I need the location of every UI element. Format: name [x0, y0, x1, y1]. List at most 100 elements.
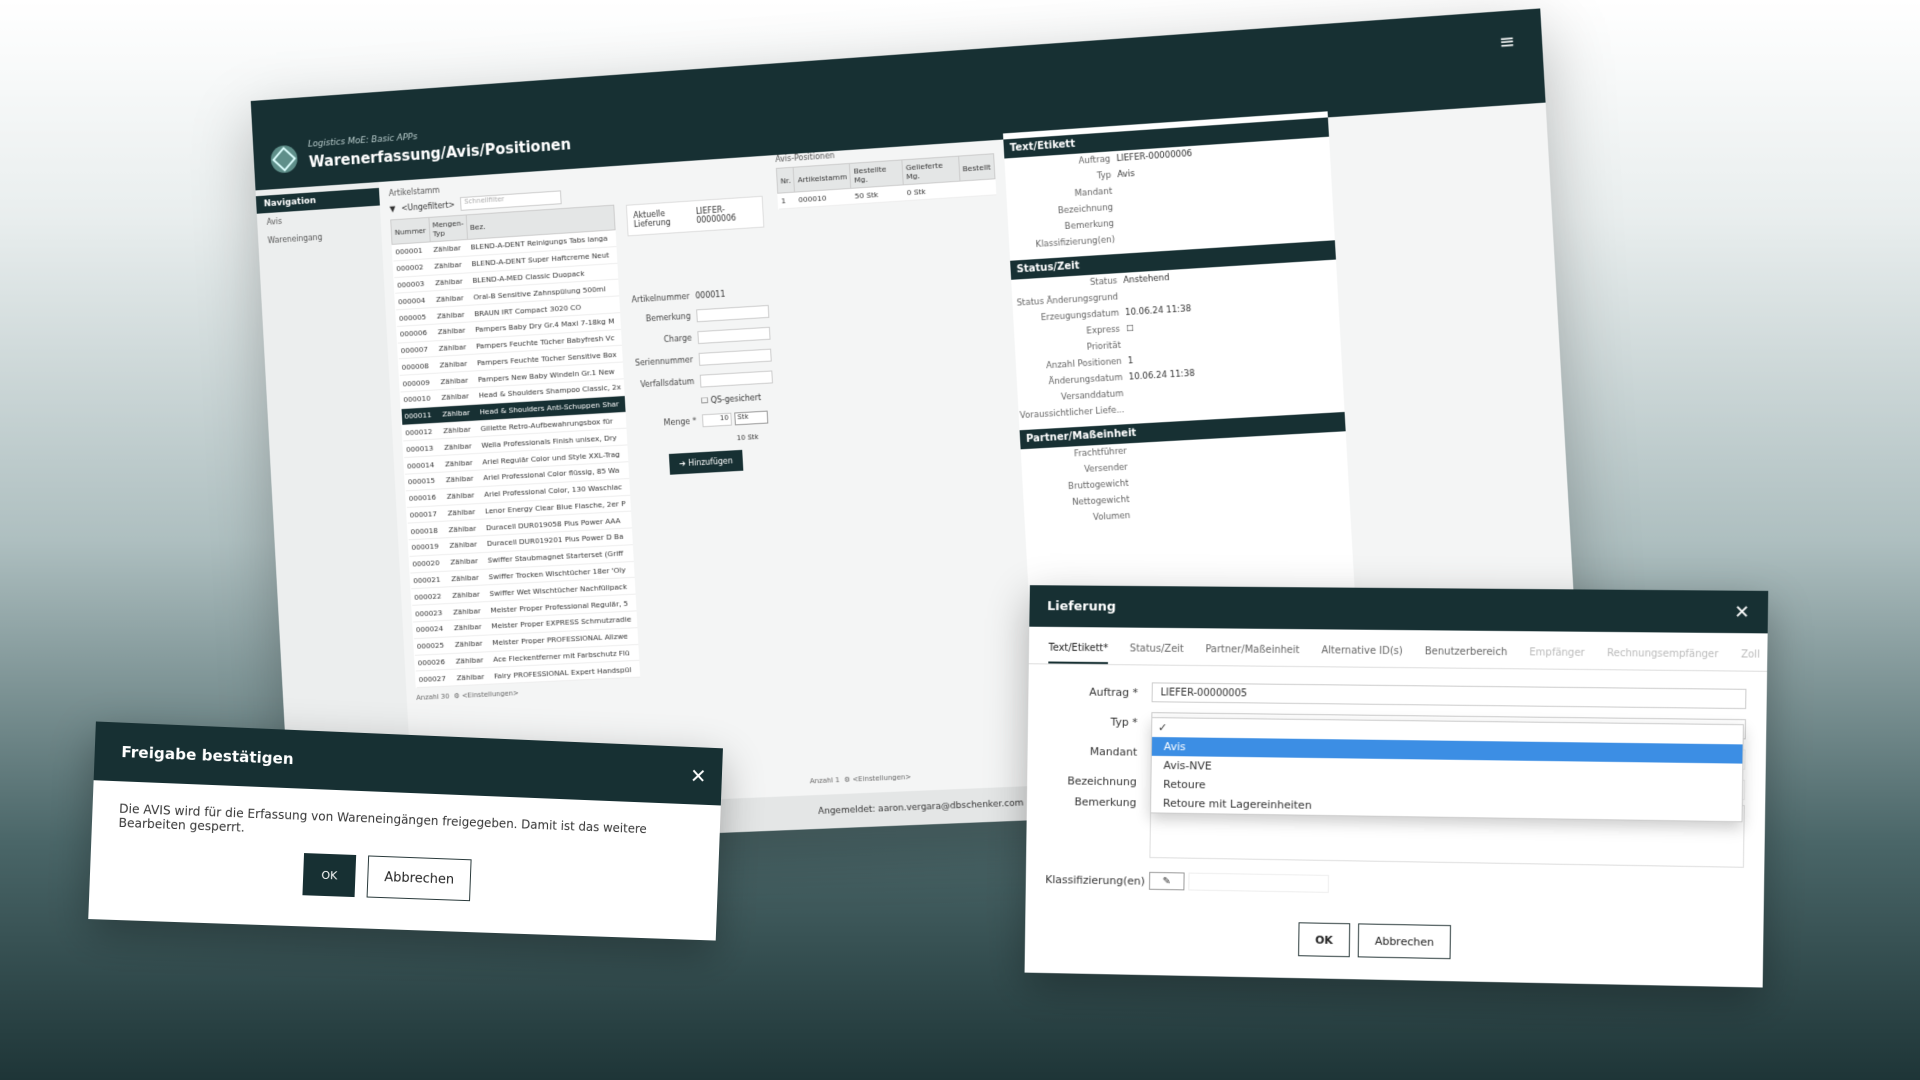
artikel-settings-link[interactable]: <Einstellungen>	[462, 689, 519, 700]
column-header[interactable]: Bestellte Mg.	[849, 159, 904, 189]
tab-item[interactable]: Status/Zeit	[1130, 643, 1184, 664]
add-button-label: Hinzufügen	[687, 456, 734, 468]
table-cell	[959, 178, 996, 198]
table-cell: 000026	[414, 653, 454, 672]
detail-label: Volumen	[1092, 510, 1131, 524]
column-header[interactable]: Nr.	[776, 167, 795, 194]
table-cell: Zählbar	[447, 568, 487, 588]
settings-icon[interactable]: ⚙	[454, 692, 460, 700]
table-cell: 000019	[408, 537, 447, 557]
table-cell: 000020	[409, 554, 448, 573]
table-cell: 000021	[409, 570, 449, 590]
column-header[interactable]: Bestellt	[958, 153, 995, 182]
table-cell: Zählbar	[453, 667, 492, 686]
table-cell: Zählbar	[452, 651, 491, 670]
klassifizierung-field	[1188, 872, 1330, 893]
detail-value: Anstehend	[1123, 272, 1170, 286]
menge-input[interactable]: 10	[701, 412, 733, 428]
table-cell: Zählbar	[444, 502, 483, 522]
hamburger-icon[interactable]: ≡	[1499, 31, 1516, 54]
artikelnummer-label: Artikelnummer	[631, 291, 690, 305]
table-cell: Zählbar	[443, 486, 482, 505]
mandant-label: Mandant	[1089, 744, 1138, 759]
tab-item[interactable]: Partner/Maßeinheit	[1205, 644, 1299, 666]
column-header[interactable]: Nummer	[390, 217, 430, 245]
detail-label: Voraussichtlicher Liefe...	[1019, 405, 1125, 422]
detail-label: Klassifizierung(en)	[1035, 234, 1116, 251]
freigabe-cancel-button[interactable]: Abbrechen	[366, 855, 472, 902]
table-cell: 000025	[413, 636, 453, 655]
filter-icon[interactable]: ▼	[389, 204, 395, 213]
table-cell: Zählbar	[451, 634, 490, 654]
add-position-button[interactable]: ➔ Hinzufügen	[668, 449, 744, 475]
table-cell: 50 Stk	[851, 184, 905, 205]
lieferung-dialog: Lieferung ✕ Text/Etikett* Status/Zeit Part…	[1024, 585, 1769, 988]
charge-label: Charge	[663, 333, 693, 345]
freigabe-title: Freigabe bestätigen	[120, 742, 294, 769]
typ-label: Typ *	[1110, 715, 1138, 729]
menge-hint: 10 Stk	[736, 433, 759, 443]
settings-icon[interactable]: ⚙	[844, 776, 851, 784]
unit-select[interactable]: Stk	[734, 410, 769, 426]
bemerkung-label: Bemerkung	[1074, 795, 1137, 810]
lieferung-cancel-button[interactable]: Abbrechen	[1357, 923, 1452, 960]
positions-settings-link[interactable]: <Einstellungen>	[852, 773, 911, 783]
table-cell: 000018	[407, 521, 447, 540]
app-logo-icon	[270, 144, 299, 174]
detail-value: 1	[1127, 356, 1134, 367]
artikelnummer-value: 000011	[695, 289, 726, 301]
verfallsdatum-input[interactable]	[699, 370, 773, 388]
artikel-count: Anzahl 30	[416, 692, 450, 702]
positions-count: Anzahl 1	[809, 776, 840, 786]
detail-value: Avis	[1117, 169, 1136, 181]
bezeichnung-label: Bezeichnung	[1067, 774, 1137, 788]
filter-select[interactable]: <Ungefiltert>	[401, 200, 455, 212]
edit-icon[interactable]: ✎	[1148, 871, 1185, 891]
table-cell: 000010	[794, 188, 853, 208]
table-cell: 0 Stk	[903, 181, 961, 201]
qs-label: QS-gesichert	[710, 393, 762, 405]
position-form: Aktuelle Lieferung LIEFER-00000006 Artik…	[625, 195, 795, 792]
table-cell: Zählbar	[446, 535, 485, 555]
quick-filter-input[interactable]: Schnellfilter	[460, 190, 562, 211]
bemerkung-input[interactable]	[696, 304, 770, 323]
typ-dropdown: ✓ Avis Avis-NVE Retoure Retoure mit Lage…	[1150, 717, 1744, 823]
current-delivery: Aktuelle Lieferung LIEFER-00000006	[625, 195, 765, 237]
seriennummer-input[interactable]	[698, 348, 772, 366]
tab-item[interactable]: Empfänger	[1529, 647, 1585, 669]
verfallsdatum-label: Verfallsdatum	[640, 377, 695, 390]
tab-item[interactable]: Rechnungsempfänger	[1607, 648, 1719, 670]
table-cell: Zählbar	[450, 618, 489, 637]
avis-positions-panel: Avis-Positionen Nr. Artikelstamm Bestellte…	[775, 140, 1029, 785]
auftrag-label: Auftrag *	[1089, 685, 1139, 699]
current-delivery-value: LIEFER-00000006	[695, 205, 737, 225]
current-delivery-label: Aktuelle Lieferung	[633, 209, 671, 230]
freigabe-dialog: Freigabe bestätigen ✕ Die AVIS wird für …	[88, 721, 723, 941]
seriennummer-label: Seriennummer	[634, 355, 694, 368]
charge-input[interactable]	[697, 326, 771, 345]
tab-item[interactable]: Zoll	[1741, 649, 1760, 670]
column-header[interactable]: Mengen-Typ	[428, 214, 468, 242]
column-header[interactable]: Gelieferte Mg.	[901, 156, 960, 185]
artikel-table: Nummer Mengen-Typ Bez. 000001 Zählbar BLEND-…	[390, 204, 641, 689]
tab-item[interactable]: Text/Etikett*	[1048, 642, 1109, 665]
detail-value: 10.06.24 11:38	[1128, 368, 1196, 383]
tab-item[interactable]: Benutzerbereich	[1425, 646, 1508, 668]
table-cell: Zählbar	[449, 601, 488, 621]
close-icon[interactable]: ✕	[1734, 601, 1750, 622]
detail-value: 10.06.24 11:38	[1124, 304, 1192, 319]
table-cell: 000027	[415, 669, 455, 688]
table-cell: Zählbar	[445, 519, 484, 538]
lieferung-ok-button[interactable]: OK	[1298, 922, 1351, 958]
freigabe-ok-button[interactable]: OK	[302, 853, 357, 898]
close-icon[interactable]: ✕	[690, 764, 707, 788]
tab-item[interactable]: Alternative ID(s)	[1321, 645, 1403, 667]
table-cell: 000024	[412, 620, 452, 639]
column-header[interactable]: Artikelstamm	[793, 163, 852, 193]
bemerkung-label: Bemerkung	[645, 311, 691, 324]
auftrag-input[interactable]: LIEFER-00000005	[1151, 682, 1747, 710]
qs-checkbox[interactable]: ☐	[701, 396, 709, 405]
navigation-sidebar: Navigation Avis Wareneingang	[255, 182, 413, 818]
table-cell: Zählbar	[446, 552, 486, 571]
lieferung-title: Lieferung	[1047, 598, 1116, 615]
